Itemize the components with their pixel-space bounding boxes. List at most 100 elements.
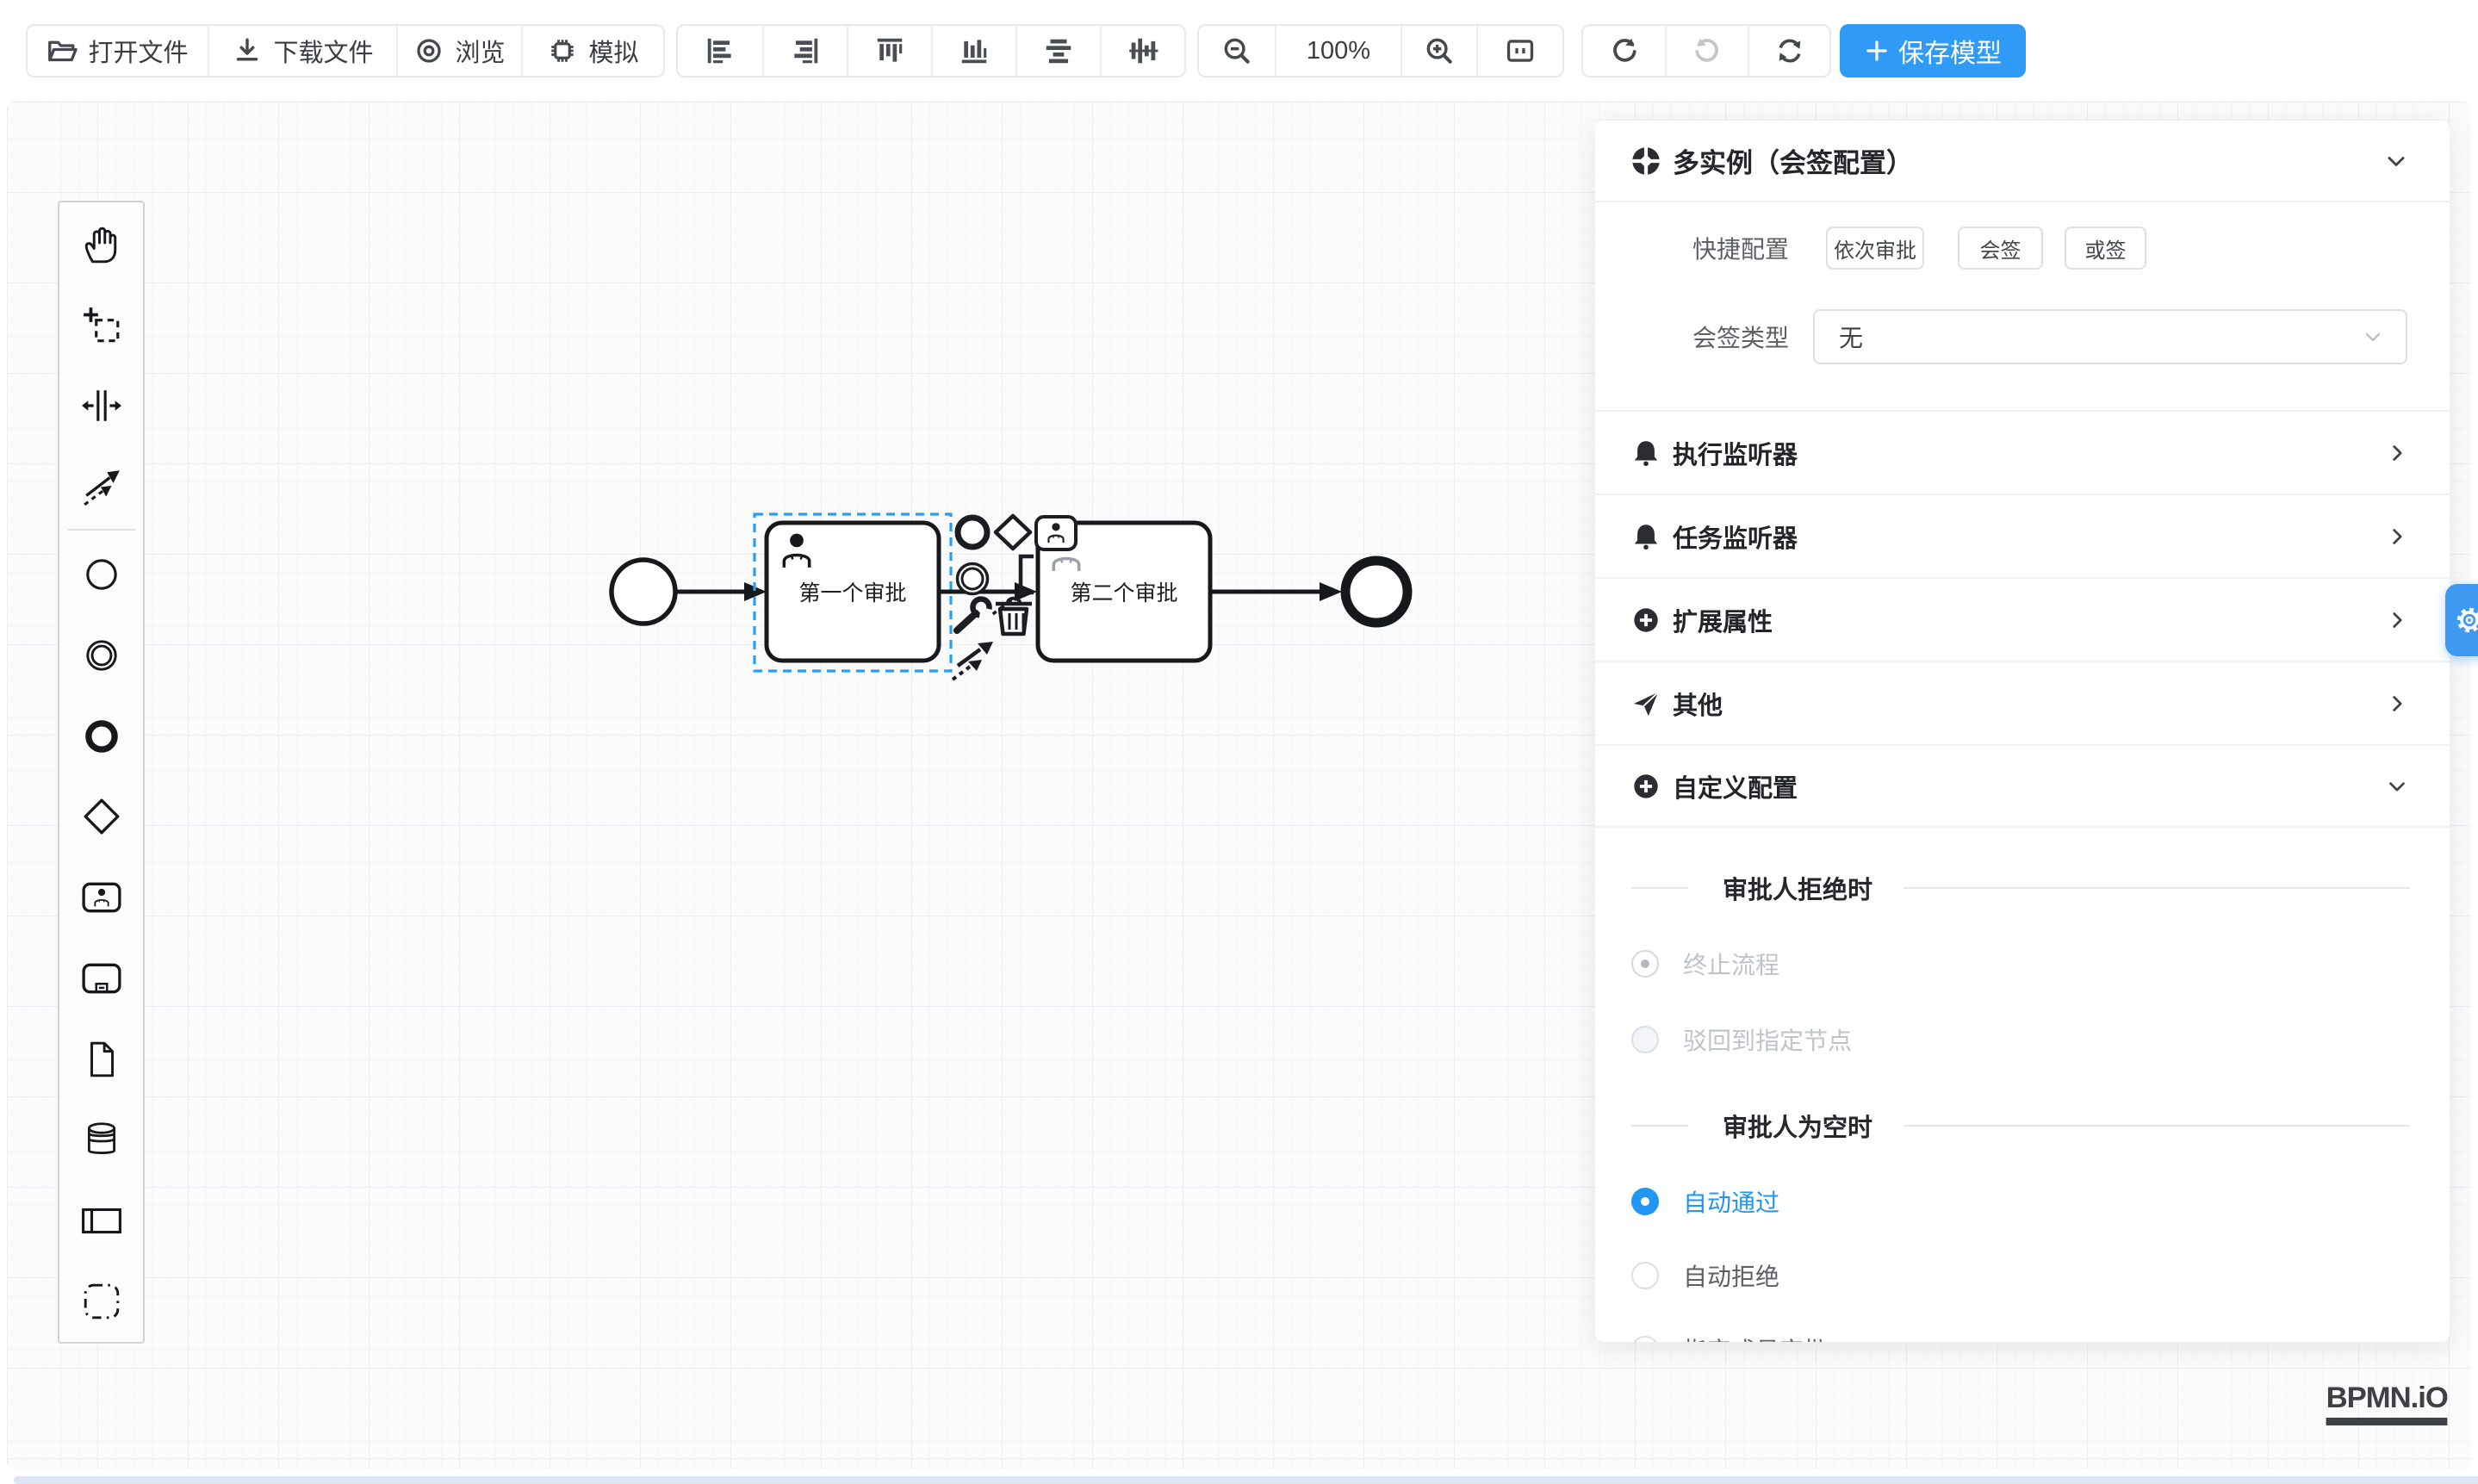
radio-auto-reject[interactable]: 自动拒绝 <box>1631 1258 2410 1293</box>
section-task-listener[interactable]: 任务监听器 <box>1595 494 2450 577</box>
create-end-event[interactable] <box>61 696 142 777</box>
chevron-down-icon <box>2361 325 2385 349</box>
create-user-task[interactable] <box>61 857 142 938</box>
create-start-event[interactable] <box>61 534 142 615</box>
save-model-button[interactable]: 保存模型 <box>1840 24 2026 78</box>
radio-icon <box>1631 1188 1659 1215</box>
quick-config-label: 快捷配置 <box>1595 231 1789 265</box>
palette <box>58 201 145 1344</box>
plus-icon <box>1864 38 1890 64</box>
lasso-icon <box>81 305 122 346</box>
bell-icon <box>1631 438 1661 468</box>
browse-button[interactable]: 浏览 <box>396 26 521 76</box>
panel-sections: 执行监听器 任务监听器 扩展属性 其他 自定义配置 <box>1595 410 2450 828</box>
zoom-in-button[interactable] <box>1400 26 1476 76</box>
history-button-group <box>1581 24 1831 78</box>
redo-button[interactable] <box>1665 26 1748 76</box>
hand-tool[interactable] <box>61 204 142 285</box>
eye-icon <box>413 35 444 66</box>
space-tool[interactable] <box>61 366 142 447</box>
bpmn-io-logo[interactable]: BPMN.iO <box>2326 1382 2448 1425</box>
align-center-horizontal-icon <box>1042 34 1075 67</box>
refresh-button[interactable] <box>1748 26 1829 76</box>
align-center-horizontal-button[interactable] <box>1015 26 1100 76</box>
radio-auto-pass[interactable]: 自动通过 <box>1631 1184 2410 1219</box>
countersign-type-value: 无 <box>1839 320 1863 354</box>
connect-icon <box>81 466 122 507</box>
radio-icon <box>1631 1262 1659 1289</box>
zoom-in-icon <box>1423 34 1456 67</box>
toolbar: 打开文件 下载文件 浏览 模拟 <box>0 0 2478 102</box>
start-event-icon <box>81 554 122 595</box>
send-icon <box>1631 689 1661 718</box>
radio-terminate-process[interactable]: 终止流程 <box>1631 947 2410 981</box>
align-left-icon <box>704 34 736 67</box>
quick-option-orsign[interactable]: 或签 <box>2065 227 2146 270</box>
section-execution-listener[interactable]: 执行监听器 <box>1595 410 2450 494</box>
align-button-group <box>676 24 1186 78</box>
create-participant[interactable] <box>61 1180 142 1261</box>
align-top-button[interactable] <box>847 26 931 76</box>
download-icon <box>232 35 263 66</box>
chevron-down-icon[interactable] <box>2382 147 2410 175</box>
quick-option-sequential[interactable]: 依次审批 <box>1826 227 1924 270</box>
align-right-button[interactable] <box>762 26 847 76</box>
plus-circle-icon <box>1631 605 1661 635</box>
save-model-label: 保存模型 <box>1898 32 2002 70</box>
align-bottom-button[interactable] <box>931 26 1015 76</box>
align-center-vertical-button[interactable] <box>1100 26 1184 76</box>
quick-option-countersign[interactable]: 会签 <box>1958 227 2043 270</box>
data-store-icon <box>81 1119 122 1160</box>
radio-return-to-node[interactable]: 驳回到指定节点 <box>1631 1022 2410 1057</box>
group-icon <box>81 1281 122 1322</box>
align-bottom-icon <box>958 34 991 67</box>
data-object-icon <box>81 1039 122 1080</box>
lasso-tool[interactable] <box>61 285 142 366</box>
countersign-type-select[interactable]: 无 <box>1813 309 2407 364</box>
align-right-icon <box>789 34 822 67</box>
panel-header[interactable]: 多实例（会签配置） <box>1595 121 2450 202</box>
create-data-store[interactable] <box>61 1100 142 1181</box>
align-left-button[interactable] <box>678 26 762 76</box>
create-gateway[interactable] <box>61 776 142 857</box>
download-file-button[interactable]: 下载文件 <box>208 26 396 76</box>
panel-title: 多实例（会签配置） <box>1673 141 1913 180</box>
fit-viewport-button[interactable] <box>1476 26 1562 76</box>
zoom-level-display[interactable]: 100% <box>1275 26 1400 76</box>
gear-icon <box>2453 604 2478 636</box>
zoom-out-button[interactable] <box>1199 26 1275 76</box>
redo-icon <box>1691 34 1723 67</box>
create-subprocess[interactable] <box>61 938 142 1019</box>
simulate-button[interactable]: 模拟 <box>521 26 663 76</box>
radio-icon <box>1631 1026 1659 1053</box>
create-group[interactable] <box>61 1261 142 1342</box>
participant-icon <box>81 1200 122 1241</box>
folder-open-icon <box>47 35 78 66</box>
section-extension-properties[interactable]: 扩展属性 <box>1595 577 2450 661</box>
global-connect-tool[interactable] <box>61 446 142 527</box>
undo-icon <box>1608 34 1641 67</box>
chevron-down-icon <box>2384 773 2410 799</box>
canvas-bottom-scrollbar[interactable] <box>14 1476 2478 1484</box>
settings-tab[interactable] <box>2445 584 2478 656</box>
end-event-icon <box>81 716 122 757</box>
quick-config-row: 快捷配置 依次审批 会签 或签 <box>1595 227 2450 270</box>
open-file-button[interactable]: 打开文件 <box>28 26 208 76</box>
create-data-object[interactable] <box>61 1019 142 1100</box>
properties-panel: 多实例（会签配置） 快捷配置 依次审批 会签 或签 会签类型 无 执行监听器 任… <box>1595 121 2450 1342</box>
space-tool-icon <box>81 385 122 426</box>
create-intermediate-event[interactable] <box>61 615 142 696</box>
section-other[interactable]: 其他 <box>1595 661 2450 744</box>
hand-icon <box>81 224 122 265</box>
chevron-right-icon <box>2384 607 2410 633</box>
fit-viewport-icon <box>1504 34 1537 67</box>
divider-title: 审批人拒绝时 <box>1723 870 1872 906</box>
radio-assign-member[interactable]: 指定成员审批 <box>1631 1332 2410 1342</box>
undo-button[interactable] <box>1583 26 1665 76</box>
divider-approver-reject: 审批人拒绝时 <box>1631 874 2410 902</box>
open-file-label: 打开文件 <box>88 33 188 69</box>
zoom-level-value: 100% <box>1307 37 1370 65</box>
chip-icon <box>547 35 578 66</box>
divider-approver-empty: 审批人为空时 <box>1631 1112 2410 1139</box>
section-custom-config[interactable]: 自定义配置 <box>1595 744 2450 828</box>
